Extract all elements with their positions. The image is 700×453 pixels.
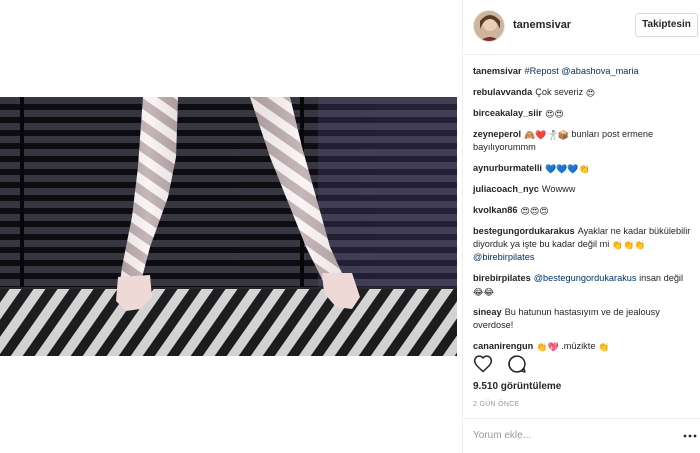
post-video[interactable] bbox=[0, 97, 457, 356]
comment-item: birceakalay_siir 😍😍 bbox=[473, 107, 698, 120]
caption: tanemsivar #Repost @abashova_maria bbox=[473, 65, 698, 78]
view-count[interactable]: 9.510 görüntüleme bbox=[473, 381, 561, 392]
comment-username[interactable]: sineay bbox=[473, 307, 502, 317]
comment-input[interactable]: Yorum ekle... bbox=[473, 430, 531, 441]
comment-item: aynurburmatelli 💙💙💙👏 bbox=[473, 162, 698, 175]
comment-emoji-after: 👏 bbox=[598, 343, 610, 353]
comment-text: Çok severiz bbox=[535, 87, 584, 97]
comment-icon[interactable] bbox=[507, 354, 527, 374]
comment-item: juliacoach_nyc Wowww bbox=[473, 183, 698, 196]
comment-emoji: 😍😍😍 bbox=[520, 207, 549, 217]
comment-item: kvolkan86 😍😍😍 bbox=[473, 204, 698, 217]
comment-item: bestegungordukarakus Ayaklar ne kadar bük… bbox=[473, 225, 698, 264]
comment-emoji: 💙💙💙👏 bbox=[544, 165, 590, 175]
comment-emoji: 😂😂 bbox=[473, 288, 495, 298]
comment-mention[interactable]: @bestegungordukarakus bbox=[534, 273, 637, 283]
comment-emoji: 😍😍 bbox=[544, 110, 564, 120]
comment-item: cananirengun 👏💖 .müzikte 👏 bbox=[473, 340, 698, 353]
comment-text: insan değil bbox=[639, 273, 684, 283]
comment-username[interactable]: birceakalay_siir bbox=[473, 108, 542, 118]
comment-username[interactable]: rebulavvanda bbox=[473, 87, 532, 97]
caption-username[interactable]: tanemsivar bbox=[473, 66, 522, 76]
follow-button[interactable]: Takiptesin bbox=[635, 13, 698, 37]
heart-icon[interactable] bbox=[473, 354, 493, 374]
post-age[interactable]: 2 GÜN ÖNCE bbox=[473, 401, 520, 408]
floor-light-stripes bbox=[0, 289, 457, 356]
media-column bbox=[0, 0, 457, 453]
comment-item: zeyneperol 🙈❤️🤺📦 bunları post ermene bayı… bbox=[473, 128, 698, 154]
comment-text: Wowww bbox=[541, 184, 576, 194]
comment-item: sineay Bu hatunun hastasıyım ve de jealou… bbox=[473, 306, 698, 332]
post-sidebar: tanemsivar Takiptesin tanemsivar #Repost … bbox=[462, 0, 700, 453]
comment-username[interactable]: juliacoach_nyc bbox=[473, 184, 539, 194]
comment-username[interactable]: aynurburmatelli bbox=[473, 163, 542, 173]
post-header: tanemsivar Takiptesin bbox=[463, 0, 700, 55]
comment-text: .müzikte bbox=[561, 341, 596, 351]
comment-username[interactable]: birebirpilates bbox=[473, 273, 531, 283]
instagram-post: tanemsivar Takiptesin tanemsivar #Repost … bbox=[0, 0, 700, 453]
comment-emoji: 👏👏👏 bbox=[611, 241, 646, 251]
comment-mention[interactable]: @birebirpilates bbox=[473, 252, 534, 262]
comment-emoji: 👏💖 bbox=[536, 343, 559, 353]
comment-emoji: 🙈❤️🤺📦 bbox=[524, 131, 569, 141]
more-options-icon[interactable] bbox=[682, 429, 698, 443]
caption-text[interactable]: #Repost @abashova_maria bbox=[525, 66, 639, 76]
comment-list: tanemsivar #Repost @abashova_maria rebula… bbox=[473, 65, 698, 361]
comment-emoji: 😍 bbox=[585, 89, 596, 99]
comment-username[interactable]: cananirengun bbox=[473, 341, 533, 351]
comment-username[interactable]: kvolkan86 bbox=[473, 205, 517, 215]
avatar[interactable] bbox=[473, 10, 505, 42]
comment-username[interactable]: bestegungordukarakus bbox=[473, 226, 575, 236]
add-comment-bar: Yorum ekle... bbox=[463, 418, 700, 453]
comment-item: birebirpilates @bestegungordukarakus insa… bbox=[473, 272, 698, 298]
comment-username[interactable]: zeyneperol bbox=[473, 129, 521, 139]
header-username[interactable]: tanemsivar bbox=[513, 19, 571, 31]
comment-item: rebulavvanda Çok severiz 😍 bbox=[473, 86, 698, 99]
